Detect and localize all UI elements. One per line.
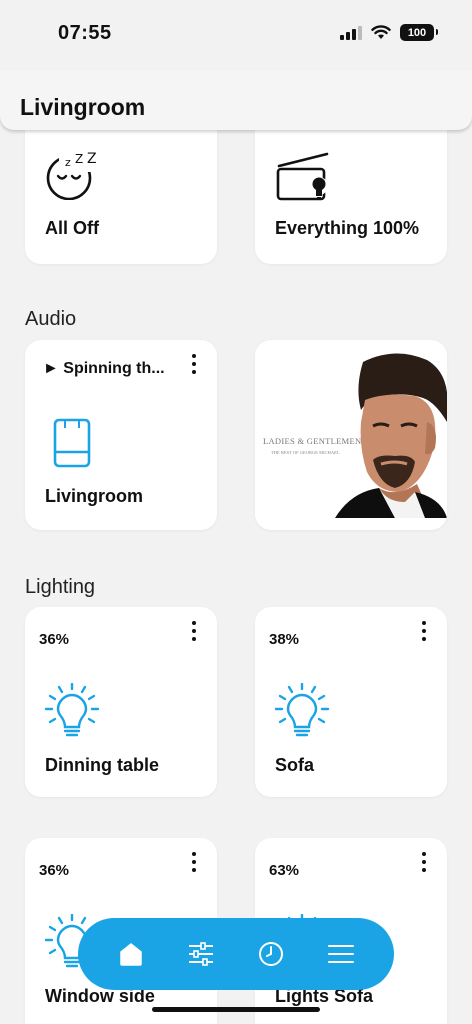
scene-label: All Off bbox=[45, 218, 99, 238]
status-icons: 100 bbox=[340, 24, 438, 41]
light-level: 63% bbox=[269, 862, 300, 879]
light-card[interactable]: 36% Dinning table bbox=[25, 607, 217, 797]
album-subtitle: THE BEST OF GEORGE MICHAEL bbox=[271, 450, 340, 455]
sliders-icon bbox=[189, 942, 213, 966]
light-name: Sofa bbox=[275, 755, 315, 775]
lightbulb-icon bbox=[44, 683, 100, 737]
nav-schedule-button[interactable] bbox=[251, 934, 291, 974]
album-cover: LADIES & GENTLEMEN THE BEST OF GEORGE MI… bbox=[255, 352, 447, 518]
nav-menu-button[interactable] bbox=[321, 934, 361, 974]
svg-text:z: z bbox=[65, 156, 71, 169]
light-level: 38% bbox=[269, 631, 300, 648]
more-options-icon[interactable] bbox=[191, 354, 197, 374]
sleep-icon: z Z Z bbox=[46, 151, 101, 200]
section-title-audio: Audio bbox=[25, 308, 77, 330]
light-level: 36% bbox=[39, 631, 70, 648]
light-level: 36% bbox=[39, 862, 70, 879]
light-card[interactable]: 38% Sofa bbox=[255, 607, 447, 797]
nav-controls-button[interactable] bbox=[181, 934, 221, 974]
svg-text:Z: Z bbox=[87, 151, 97, 167]
audio-room-label: Livingroom bbox=[45, 486, 143, 506]
album-title: LADIES & GENTLEMEN bbox=[263, 436, 362, 446]
more-options-icon[interactable] bbox=[421, 852, 427, 872]
more-options-icon[interactable] bbox=[191, 621, 197, 641]
audio-player-card[interactable]: ► Spinning th... Livingroom bbox=[25, 340, 217, 530]
speaker-icon bbox=[53, 418, 91, 468]
battery-indicator: 100 bbox=[400, 24, 438, 41]
page-title: Livingroom bbox=[20, 94, 146, 120]
nav-home-button[interactable] bbox=[111, 934, 151, 974]
svg-text:Z: Z bbox=[75, 152, 83, 166]
status-time: 07:55 bbox=[58, 22, 112, 44]
cellular-signal-icon bbox=[340, 25, 362, 40]
clock-icon bbox=[259, 942, 283, 966]
lightbulb-icon bbox=[274, 683, 330, 737]
bottom-nav-bar bbox=[78, 918, 394, 990]
now-playing-text: ► Spinning th... bbox=[43, 360, 165, 377]
wifi-icon bbox=[371, 25, 391, 39]
home-indicator[interactable] bbox=[152, 1007, 320, 1012]
scene-lamp-icon bbox=[276, 152, 329, 201]
scene-label: Everything 100% bbox=[275, 218, 420, 238]
page-header: Livingroom bbox=[0, 70, 472, 130]
status-bar: 07:55 100 bbox=[0, 0, 472, 70]
home-icon bbox=[120, 943, 142, 966]
more-options-icon[interactable] bbox=[191, 852, 197, 872]
light-name: Dinning table bbox=[45, 755, 159, 775]
more-options-icon[interactable] bbox=[421, 621, 427, 641]
section-title-lighting: Lighting bbox=[25, 576, 96, 598]
album-art-card[interactable]: LADIES & GENTLEMEN THE BEST OF GEORGE MI… bbox=[255, 340, 447, 530]
menu-icon bbox=[328, 945, 354, 963]
